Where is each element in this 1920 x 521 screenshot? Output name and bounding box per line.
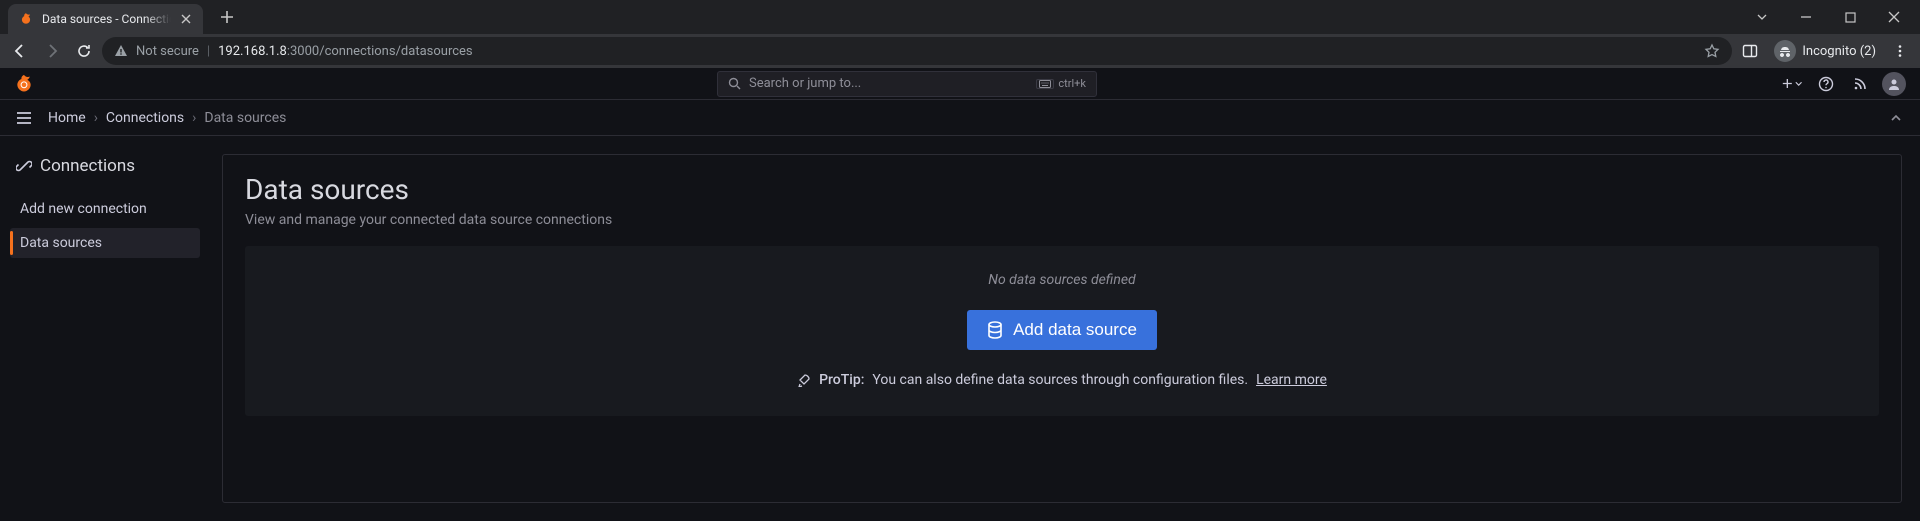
chevron-right-icon: › — [94, 110, 98, 126]
browser-chrome: Data sources - Connections - Grafana — [0, 0, 1920, 68]
not-secure-label: Not secure — [136, 44, 199, 59]
page-panel: Data sources View and manage your connec… — [222, 154, 1902, 503]
grafana-app: Search or jump to... ctrl+k — [0, 68, 1920, 521]
sidebar-item-label: Add new connection — [20, 201, 147, 217]
sidebar-item-add-new-connection[interactable]: Add new connection — [10, 194, 200, 224]
grafana-top-bar: Search or jump to... ctrl+k — [0, 68, 1920, 100]
connections-icon — [16, 158, 32, 174]
incognito-label: Incognito (2) — [1802, 44, 1876, 59]
menu-toggle-icon[interactable] — [12, 106, 36, 130]
body: Connections Add new connection Data sour… — [0, 136, 1920, 521]
protip-text: You can also define data sources through… — [872, 372, 1248, 388]
protip-row: ProTip: You can also define data sources… — [797, 372, 1327, 388]
grafana-favicon-icon — [18, 11, 34, 27]
add-data-source-button[interactable]: Add data source — [967, 310, 1157, 350]
main-content: Data sources View and manage your connec… — [210, 136, 1920, 521]
page-title: Data sources — [245, 173, 1879, 206]
breadcrumb-current: Data sources — [204, 110, 286, 126]
add-data-source-label: Add data source — [1013, 320, 1137, 340]
sidebar: Connections Add new connection Data sour… — [0, 136, 210, 521]
top-bar-actions — [1778, 70, 1908, 98]
tab-search-icon[interactable] — [1740, 2, 1784, 32]
search-icon — [728, 77, 741, 90]
breadcrumb: Home › Connections › Data sources — [48, 110, 286, 126]
protip-label: ProTip: — [819, 372, 864, 388]
empty-state-panel: No data sources defined Add data source … — [245, 246, 1879, 416]
browser-tab[interactable]: Data sources - Connections - Grafana — [8, 4, 203, 34]
chevron-right-icon: › — [192, 110, 196, 126]
grafana-logo-icon[interactable] — [12, 72, 36, 96]
back-icon[interactable] — [6, 37, 34, 65]
side-panel-icon[interactable] — [1736, 37, 1764, 65]
empty-state-text: No data sources defined — [988, 272, 1135, 288]
window-controls — [1740, 0, 1920, 34]
address-row: Not secure | 192.168.1.8:3000/connection… — [0, 34, 1920, 68]
address-bar[interactable]: Not secure | 192.168.1.8:3000/connection… — [102, 37, 1732, 65]
forward-icon[interactable] — [38, 37, 66, 65]
url-path: :3000/connections/datasources — [287, 44, 473, 59]
breadcrumb-home[interactable]: Home — [48, 110, 86, 126]
incognito-icon — [1774, 40, 1796, 62]
tab-title: Data sources - Connections - Grafana — [42, 12, 171, 26]
not-secure-icon — [114, 44, 128, 58]
search-placeholder: Search or jump to... — [749, 76, 861, 91]
new-tab-button[interactable] — [213, 3, 241, 31]
keyboard-icon — [1036, 79, 1054, 89]
user-avatar[interactable] — [1880, 70, 1908, 98]
learn-more-link[interactable]: Learn more — [1256, 372, 1327, 388]
maximize-icon[interactable] — [1828, 2, 1872, 32]
reload-icon[interactable] — [70, 37, 98, 65]
add-menu-button[interactable] — [1778, 70, 1806, 98]
chrome-menu-icon[interactable] — [1886, 37, 1914, 65]
kiosk-toggle-icon[interactable] — [1884, 106, 1908, 130]
page-subtitle: View and manage your connected data sour… — [245, 212, 1879, 228]
news-feed-icon[interactable] — [1846, 70, 1874, 98]
global-search-input[interactable]: Search or jump to... ctrl+k — [717, 71, 1097, 97]
url-host: 192.168.1.8 — [218, 44, 287, 59]
bookmark-star-icon[interactable] — [1704, 43, 1720, 59]
tab-close-icon[interactable] — [179, 12, 193, 26]
tab-strip: Data sources - Connections - Grafana — [0, 0, 1920, 34]
database-icon — [987, 321, 1003, 339]
sidebar-item-label: Data sources — [20, 235, 102, 251]
sidebar-item-data-sources[interactable]: Data sources — [10, 228, 200, 258]
help-icon[interactable] — [1812, 70, 1840, 98]
rocket-icon — [797, 373, 811, 387]
incognito-indicator[interactable]: Incognito (2) — [1768, 40, 1882, 62]
breadcrumb-row: Home › Connections › Data sources — [0, 100, 1920, 136]
breadcrumb-connections[interactable]: Connections — [106, 110, 184, 126]
search-shortcut: ctrl+k — [1036, 77, 1086, 90]
chevron-down-icon — [1795, 79, 1802, 88]
minimize-icon[interactable] — [1784, 2, 1828, 32]
close-window-icon[interactable] — [1872, 2, 1916, 32]
sidebar-title: Connections — [10, 152, 200, 190]
